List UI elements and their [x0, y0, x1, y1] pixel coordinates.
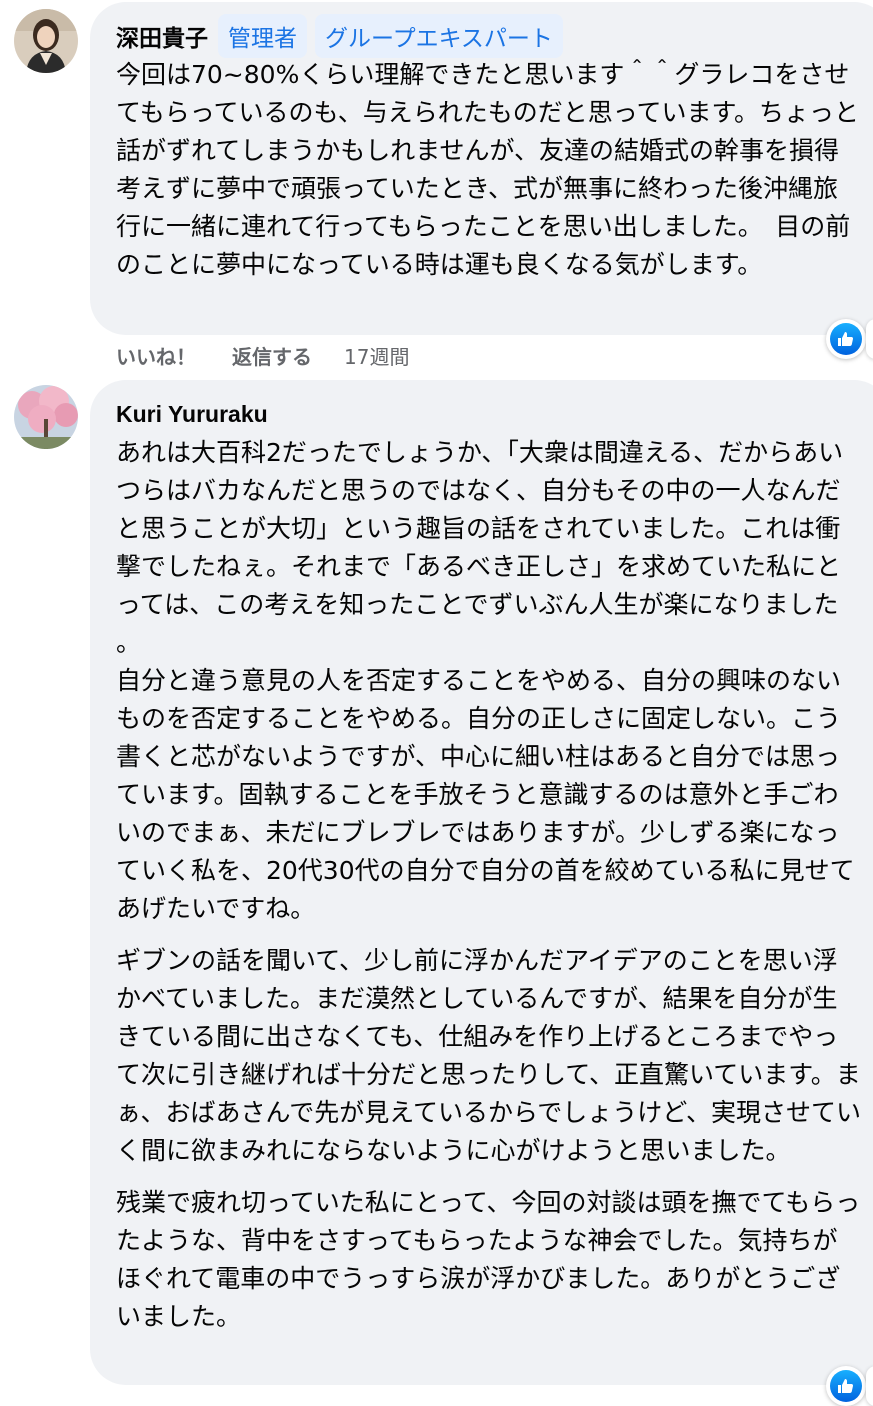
reaction-count-edge — [866, 1366, 873, 1406]
comment-author[interactable]: Kuri Yururaku — [116, 401, 268, 428]
avatar[interactable] — [14, 385, 78, 449]
comment-bubble: 深田貴子 管理者 グループエキスパート 今回は70~80%くらい理解できたと思い… — [90, 2, 873, 335]
comment-header: 深田貴子 管理者 グループエキスパート — [116, 14, 873, 58]
comment-text: 今回は70~80%くらい理解できたと思います＾＾グラレコをさせてもらっているのも… — [116, 56, 861, 284]
like-button[interactable]: いいね！ — [116, 341, 196, 370]
group-expert-badge: グループエキスパート — [315, 14, 563, 58]
comment-text: あれは大百科2だったでしょうか、「大衆は間違える、だからあいつらはバカなんだと思… — [116, 434, 861, 1336]
thumbs-up-icon — [830, 323, 862, 355]
comment-paragraph: 自分と違う意見の人を否定することをやめる、自分の興味のないものを否定することをや… — [116, 666, 855, 923]
reply-button[interactable]: 返信する — [232, 341, 312, 370]
avatar[interactable] — [14, 9, 78, 73]
comment-header: Kuri Yururaku — [116, 394, 873, 434]
comment-author[interactable]: 深田貴子 — [116, 19, 208, 53]
comment-paragraph: ギブンの話を聞いて、少し前に浮かんだアイデアのことを思い浮かべていました。まだ漠… — [116, 946, 862, 1165]
reaction-count-edge — [866, 319, 873, 359]
comment-bubble: Kuri Yururaku あれは大百科2だったでしょうか、「大衆は間違える、だ… — [90, 380, 873, 1385]
comment-actions: いいね！ 返信する 17週間 — [116, 341, 409, 370]
comment-paragraph: あれは大百科2だったでしょうか、「大衆は間違える、だからあいつらはバカなんだと思… — [116, 438, 844, 657]
admin-badge: 管理者 — [218, 14, 307, 58]
comment-timestamp[interactable]: 17週間 — [344, 341, 409, 370]
comment-paragraph: 今回は70~80%くらい理解できたと思います＾＾グラレコをさせてもらっているのも… — [116, 60, 860, 279]
thumbs-up-icon — [830, 1370, 862, 1402]
like-reaction[interactable] — [826, 319, 866, 359]
like-reaction[interactable] — [826, 1366, 866, 1406]
comment-paragraph: 残業で疲れ切っていた私にとって、今回の対談は頭を撫でてもらったような、背中をさす… — [116, 1188, 861, 1331]
